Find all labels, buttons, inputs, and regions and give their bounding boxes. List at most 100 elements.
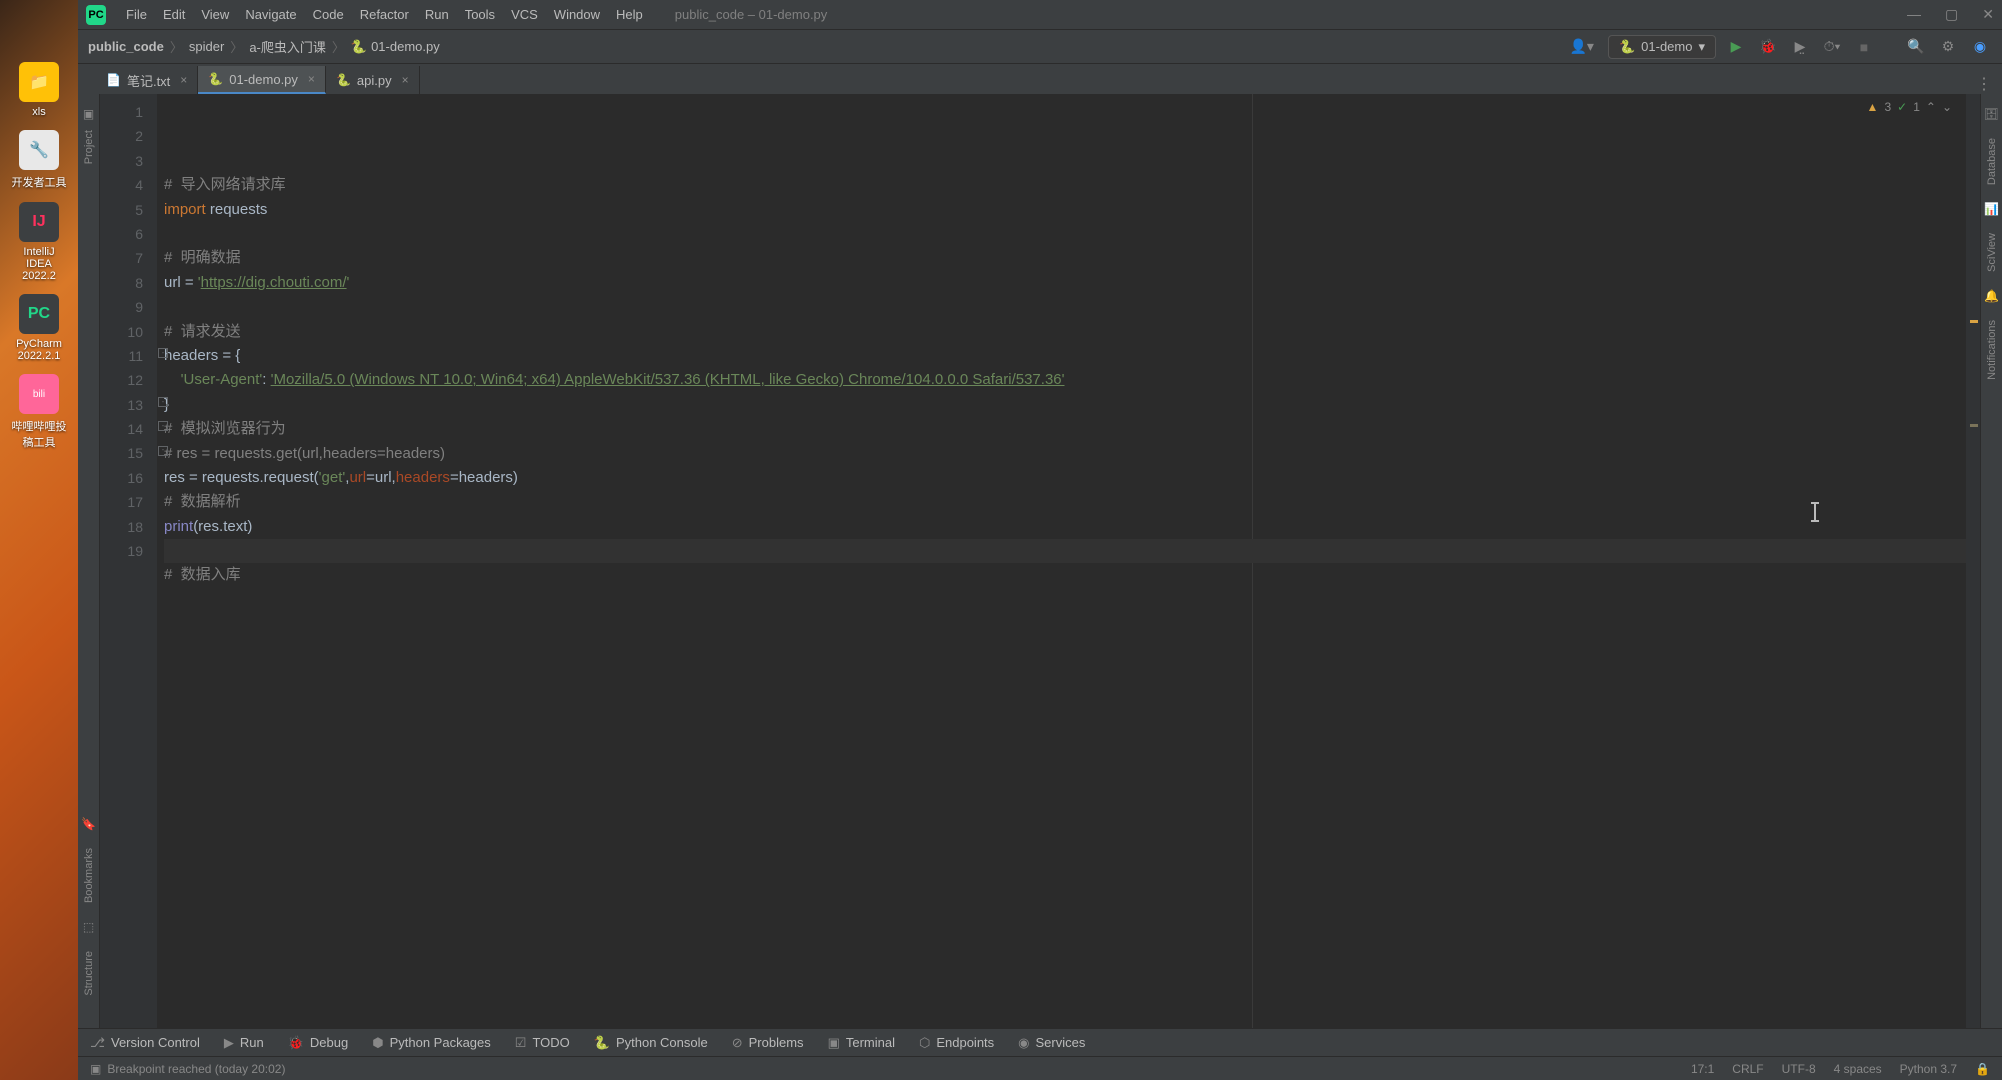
desktop-icon-xls[interactable]: 📁 xls	[11, 62, 67, 118]
code-line[interactable]: -# 模拟浏览器行为	[164, 417, 1966, 441]
code-with-me-button[interactable]: ◉	[1968, 35, 1992, 59]
terminal-tool[interactable]: ▣Terminal	[828, 1035, 895, 1051]
notifications-tool-icon[interactable]: 🔔	[1984, 288, 2000, 304]
menu-code[interactable]: Code	[305, 7, 352, 22]
fold-toggle-icon[interactable]: -	[158, 421, 168, 431]
notifications-tool-tab[interactable]: Notifications	[1986, 316, 1998, 384]
close-tab-icon[interactable]: ×	[402, 73, 409, 87]
code-line[interactable]: print(res.text)	[164, 515, 1966, 539]
code-line[interactable]	[164, 149, 1966, 173]
version-control-tool[interactable]: ⎇Version Control	[90, 1035, 200, 1051]
menu-view[interactable]: View	[193, 7, 237, 22]
python-console-tool[interactable]: 🐍Python Console	[594, 1035, 708, 1051]
code-line[interactable]: 'User-Agent': 'Mozilla/5.0 (Windows NT 1…	[164, 368, 1966, 392]
debug-button[interactable]: 🐞	[1756, 35, 1780, 59]
structure-tool-tab[interactable]: Structure	[83, 947, 95, 1000]
status-window-icon[interactable]: ▣	[90, 1062, 101, 1076]
menu-tools[interactable]: Tools	[457, 7, 503, 22]
search-everywhere-button[interactable]: 🔍	[1904, 35, 1928, 59]
run-button[interactable]: ▶	[1724, 35, 1748, 59]
error-stripe-track[interactable]	[1966, 94, 1980, 1028]
menu-refactor[interactable]: Refactor	[352, 7, 417, 22]
breadcrumb-spider[interactable]: spider	[189, 39, 224, 54]
close-tab-icon[interactable]: ×	[308, 72, 315, 86]
settings-button[interactable]: ⚙	[1936, 35, 1960, 59]
next-highlight-icon[interactable]: ⌄	[1942, 100, 1952, 114]
code-line[interactable]: res = requests.request('get',url=url,hea…	[164, 466, 1966, 490]
fold-toggle-icon[interactable]: -	[158, 348, 168, 358]
warning-marker[interactable]	[1970, 320, 1978, 323]
line-number-gutter[interactable]: 12345678910111213141516171819	[100, 94, 158, 1028]
menu-help[interactable]: Help	[608, 7, 651, 22]
close-tab-icon[interactable]: ×	[180, 73, 187, 87]
stop-button[interactable]: ■	[1852, 35, 1876, 59]
readonly-lock-icon[interactable]: 🔒	[1975, 1062, 1990, 1076]
menu-vcs[interactable]: VCS	[503, 7, 546, 22]
desktop-icon-bilibili[interactable]: bili 哔哩哔哩投稿工具	[11, 374, 67, 450]
code-line[interactable]: -headers = {	[164, 344, 1966, 368]
fold-toggle-icon[interactable]: -	[158, 446, 168, 456]
project-tool-tab[interactable]: Project	[83, 126, 95, 168]
inspections-widget[interactable]: ▲3 ✓1 ⌃ ⌄	[1867, 100, 1952, 114]
profile-button[interactable]: ⏱▾	[1820, 35, 1844, 59]
database-tool-tab[interactable]: Database	[1986, 134, 1998, 189]
sciview-tool-tab[interactable]: SciView	[1986, 229, 1998, 276]
sciview-tool-icon[interactable]: 📊	[1984, 201, 2000, 217]
code-line[interactable]: url = 'https://dig.chouti.com/'	[164, 271, 1966, 295]
code-line[interactable]: # 请求发送	[164, 320, 1966, 344]
maximize-button[interactable]: ▢	[1945, 6, 1958, 23]
python-interpreter[interactable]: Python 3.7	[1900, 1062, 1957, 1076]
weak-warning-marker[interactable]	[1970, 424, 1978, 427]
debug-tool[interactable]: 🐞Debug	[288, 1035, 349, 1051]
close-button[interactable]: ✕	[1982, 6, 1994, 23]
menu-file[interactable]: File	[118, 7, 155, 22]
todo-tool[interactable]: ☑TODO	[515, 1035, 570, 1051]
breadcrumb-folder[interactable]: a-爬虫入门课	[249, 37, 326, 56]
desktop-icon-intellij[interactable]: IJ IntelliJ IDEA 2022.2	[11, 202, 67, 282]
structure-tool-icon[interactable]: ⬚	[81, 919, 97, 935]
minimize-button[interactable]: —	[1907, 6, 1921, 23]
menu-run[interactable]: Run	[417, 7, 457, 22]
run-with-coverage-button[interactable]: ▶̤	[1788, 35, 1812, 59]
project-tool-icon[interactable]: ▣	[81, 106, 97, 122]
code-line[interactable]	[164, 295, 1966, 319]
menu-window[interactable]: Window	[546, 7, 608, 22]
desktop-icon-devtools[interactable]: 🔧 开发者工具	[11, 130, 67, 190]
breadcrumb-root[interactable]: public_code	[88, 39, 164, 54]
breadcrumb-file[interactable]: 01-demo.py	[371, 39, 440, 54]
bookmarks-tool-icon[interactable]: 🔖	[81, 816, 97, 832]
tab-notes[interactable]: 📄 笔记.txt ×	[96, 66, 198, 94]
menu-navigate[interactable]: Navigate	[237, 7, 304, 22]
code-line[interactable]: # 导入网络请求库	[164, 173, 1966, 197]
bookmarks-tool-tab[interactable]: Bookmarks	[83, 844, 95, 907]
run-configuration-selector[interactable]: 🐍 01-demo ▾	[1608, 35, 1716, 59]
code-line[interactable]: # 明确数据	[164, 246, 1966, 270]
code-line[interactable]: # 数据解析	[164, 490, 1966, 514]
code-line[interactable]	[164, 539, 1966, 563]
problems-tool[interactable]: ⊘Problems	[732, 1035, 804, 1051]
menu-edit[interactable]: Edit	[155, 7, 193, 22]
desktop-icon-pycharm[interactable]: PC PyCharm 2022.2.1	[11, 294, 67, 362]
code-line[interactable]: import requests	[164, 198, 1966, 222]
tab-api[interactable]: 🐍 api.py ×	[326, 66, 420, 94]
run-tool[interactable]: ▶Run	[224, 1035, 264, 1051]
indent-settings[interactable]: 4 spaces	[1834, 1062, 1882, 1076]
database-tool-icon[interactable]: 🗄	[1984, 106, 2000, 122]
code-line[interactable]: # 数据入库	[164, 563, 1966, 587]
file-encoding[interactable]: UTF-8	[1782, 1062, 1816, 1076]
tab-demo[interactable]: 🐍 01-demo.py ×	[198, 66, 326, 94]
user-icon[interactable]: 👤▾	[1564, 38, 1600, 55]
fold-toggle-icon[interactable]: -	[158, 397, 168, 407]
editor[interactable]: ▲3 ✓1 ⌃ ⌄ 12345678910111213141516171819 …	[100, 94, 1980, 1028]
code-area[interactable]: # 导入网络请求库import requests # 明确数据url = 'ht…	[158, 94, 1966, 1028]
line-separator[interactable]: CRLF	[1732, 1062, 1763, 1076]
endpoints-tool[interactable]: ⬡Endpoints	[919, 1035, 994, 1051]
code-line[interactable]	[164, 222, 1966, 246]
code-line[interactable]: -}	[164, 393, 1966, 417]
python-packages-tool[interactable]: ⬢Python Packages	[372, 1035, 491, 1051]
code-line[interactable]: -# res = requests.get(url,headers=header…	[164, 442, 1966, 466]
tab-overflow-icon[interactable]: ⋮	[1976, 74, 1992, 94]
services-tool[interactable]: ◉Services	[1018, 1035, 1085, 1051]
caret-position[interactable]: 17:1	[1691, 1062, 1714, 1076]
code-line[interactable]	[164, 588, 1966, 612]
